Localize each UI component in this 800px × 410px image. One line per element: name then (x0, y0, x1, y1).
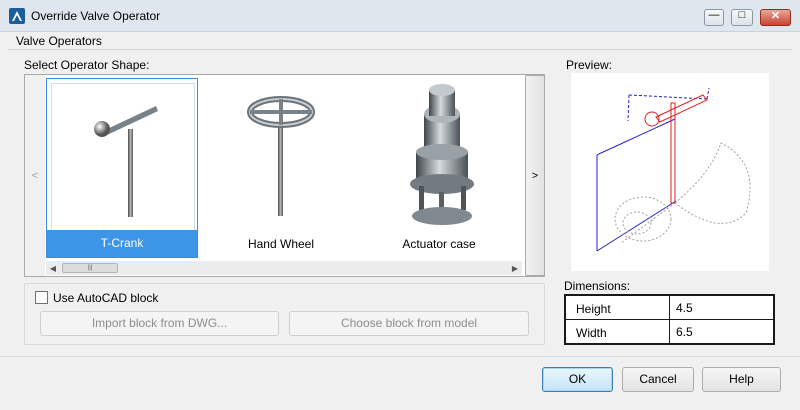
gallery-item-hand-wheel[interactable]: Hand Wheel (205, 78, 357, 258)
group-divider (8, 49, 792, 50)
cancel-button[interactable]: Cancel (622, 367, 694, 392)
minimize-icon: — (708, 9, 720, 21)
use-autocad-block-label: Use AutoCAD block (53, 291, 159, 305)
maximize-icon: □ (738, 9, 746, 21)
ok-button[interactable]: OK (542, 367, 613, 392)
height-value-field[interactable]: 4.5 (670, 296, 773, 319)
footer-divider (0, 356, 800, 357)
dimension-name-height: Height (566, 296, 670, 319)
gallery-horizontal-scrollbar[interactable]: ◀ ||| ▶ (46, 261, 522, 275)
width-value-field[interactable]: 6.5 (670, 320, 773, 343)
choose-block-button[interactable]: Choose block from model (289, 311, 529, 336)
use-autocad-block-checkbox[interactable] (35, 291, 48, 304)
autocad-app-icon (9, 8, 25, 24)
import-block-button[interactable]: Import block from DWG... (40, 311, 279, 336)
help-button[interactable]: Help (702, 367, 781, 392)
actuator-case-icon (367, 82, 509, 229)
tile-label: T-Crank (47, 230, 197, 257)
scrollbar-thumb[interactable]: ||| (62, 263, 118, 273)
gallery-item-actuator-case[interactable]: Actuator case (363, 78, 515, 258)
close-icon: ✕ (770, 10, 781, 22)
hand-wheel-icon (209, 82, 351, 229)
dimensions-table: Height 4.5 Width 6.5 (564, 294, 775, 345)
window-title: Override Valve Operator (31, 9, 161, 23)
table-row: Height 4.5 (566, 296, 773, 320)
scroll-right-arrow-icon[interactable]: ▶ (508, 261, 522, 275)
t-crank-icon (51, 83, 195, 232)
preview-canvas (571, 73, 769, 271)
group-title: Valve Operators (16, 34, 102, 48)
tile-label: Actuator case (402, 237, 476, 251)
dimension-name-width: Width (566, 320, 670, 343)
maximize-button[interactable]: □ (731, 9, 753, 26)
gallery-scroll-right-button[interactable]: > (525, 75, 545, 276)
preview-label: Preview: (566, 58, 613, 72)
gallery-scroll-left-button[interactable]: < (25, 75, 45, 276)
select-shape-label: Select Operator Shape: (24, 58, 150, 72)
gallery-item-t-crank[interactable]: T-Crank (46, 78, 198, 258)
dimensions-label: Dimensions: (564, 279, 631, 293)
tile-label: Hand Wheel (247, 237, 315, 251)
table-row: Width 6.5 (566, 320, 773, 343)
operator-shape-gallery: < T-Crank Hand Wheel Actuator case > ◀ |… (24, 74, 545, 277)
minimize-button[interactable]: — (704, 9, 724, 26)
scroll-left-arrow-icon[interactable]: ◀ (46, 261, 60, 275)
close-button[interactable]: ✕ (760, 9, 791, 26)
